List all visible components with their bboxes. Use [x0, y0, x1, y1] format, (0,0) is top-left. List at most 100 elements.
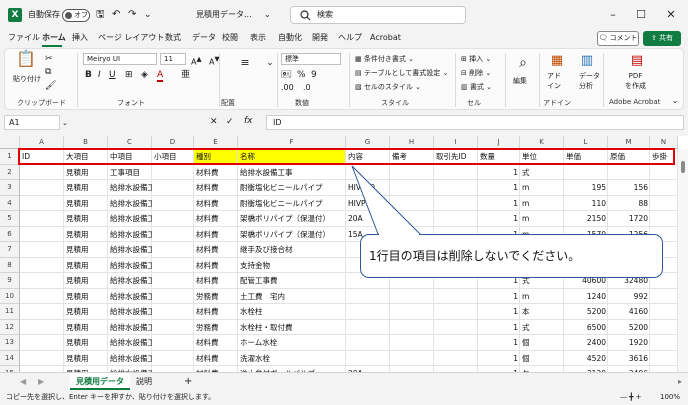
title-dropdown-icon[interactable]: ⌄ [264, 8, 271, 22]
sheet-tab-quote-data[interactable]: 見積用データ [70, 373, 130, 390]
align-dropdown-icon[interactable]: ⌄ [263, 57, 277, 69]
tab-acrobat[interactable]: Acrobat [370, 32, 401, 44]
spreadsheet-grid[interactable]: A B C D E F G H I J K L M N 1 ID 大項目 中項目 小項目 種別 名称 内容 備考 取引先ID 数… [0, 136, 688, 372]
decrease-decimal-icon[interactable]: .0 [303, 83, 311, 93]
data-analysis-label[interactable]: データ 分析 [579, 71, 600, 91]
conditional-format-icon: ▦ [355, 55, 362, 63]
tab-view[interactable]: 表示 [250, 32, 266, 44]
ribbon-tabs: ファイル ホーム 挿入 ページ レイアウト 数式 データ 校閲 表示 自動化 開… [0, 30, 688, 46]
cut-icon[interactable]: ✂ [45, 53, 53, 65]
format-as-table-label: テーブルとして書式設定 [363, 69, 441, 77]
paste-label[interactable]: 貼り付け [13, 74, 41, 84]
underline-icon[interactable]: U [109, 70, 116, 80]
zoom-slider[interactable]: — ╋ + [620, 390, 642, 405]
zoom-level[interactable]: 100% [660, 390, 680, 405]
collapse-ribbon-icon[interactable]: ⌄ [669, 95, 681, 107]
separator [349, 53, 350, 107]
status-message: コピー先を選択し、Enter キーを押すか、貼り付けを選択します。 [6, 393, 216, 401]
comment-label: コメント [609, 34, 638, 42]
bold-icon[interactable]: B [85, 70, 92, 80]
italic-icon[interactable]: I [98, 70, 101, 80]
tab-home[interactable]: ホーム [42, 32, 66, 44]
conditional-format-label: 条件付き書式 [363, 55, 406, 63]
addins-icon[interactable]: ▦ [545, 54, 569, 67]
addins-button-label[interactable]: アド イン [547, 71, 561, 91]
insert-function-icon[interactable]: fx [244, 116, 253, 126]
autosave-toggle[interactable]: オフ [62, 9, 90, 22]
pdf-icon[interactable]: ▤ [625, 54, 649, 67]
tab-developer[interactable]: 開発 [312, 32, 328, 44]
cancel-formula-icon[interactable]: ✕ [210, 117, 218, 127]
format-painter-icon[interactable]: 🖌 [45, 80, 56, 92]
search-box[interactable]: 検索 [290, 6, 466, 24]
copy-icon[interactable]: ⧉ [45, 66, 51, 78]
comma-icon[interactable]: 9 [311, 70, 317, 80]
share-button[interactable]: ⇪ 共有 [643, 31, 681, 46]
tab-review[interactable]: 校閲 [222, 32, 238, 44]
format-cells-button[interactable]: ▥ 書式 ⌄ [461, 82, 492, 92]
tab-insert[interactable]: 挿入 [72, 32, 88, 44]
scroll-right-icon[interactable]: ▸ [672, 373, 688, 390]
editing-label[interactable]: 編集 [513, 76, 527, 86]
excel-logo-icon: X [8, 8, 22, 22]
font-grow-icon[interactable]: A▲ [191, 54, 202, 68]
phonetic-icon[interactable]: 亜 [181, 70, 190, 80]
callout-seam-cover [379, 233, 419, 236]
next-sheet-icon[interactable]: ▶ [32, 373, 50, 390]
name-box[interactable]: A1 [4, 115, 60, 130]
add-sheet-button[interactable]: + [178, 373, 198, 390]
delete-cells-button[interactable]: ⊟ 削除 ⌄ [461, 68, 491, 78]
cell-styles-label: セルのスタイル [363, 83, 413, 91]
namebox-dropdown-icon[interactable]: ⌄ [62, 118, 68, 128]
customize-qat-icon[interactable]: ⌄ [144, 8, 152, 22]
tab-formulas[interactable]: 数式 [165, 32, 181, 44]
minimize-icon[interactable]: – [604, 6, 622, 24]
insert-cells-button[interactable]: ⊞ 挿入 ⌄ [461, 54, 491, 64]
separator [455, 53, 456, 107]
cell-styles-button[interactable]: ▧ セルのスタイル ⌄ [355, 82, 421, 92]
redo-icon[interactable]: ↷ [128, 8, 136, 22]
tab-help[interactable]: ヘルプ [338, 32, 362, 44]
border-icon[interactable]: ⊞ [125, 70, 133, 80]
paste-icon[interactable]: 📋 [15, 51, 37, 73]
tab-file[interactable]: ファイル [8, 32, 40, 44]
insert-label: 挿入 [469, 55, 484, 63]
delete-label: 削除 [469, 69, 484, 77]
formula-input[interactable]: ID [266, 115, 684, 130]
increase-decimal-icon[interactable]: .00 [281, 83, 294, 93]
conditional-format-button[interactable]: ▦ 条件付き書式 ⌄ [355, 54, 414, 64]
create-pdf-label[interactable]: PDF を作成 [625, 71, 646, 91]
font-color-icon[interactable]: A [157, 70, 164, 82]
sheet-tab-description[interactable]: 説明 [130, 373, 158, 390]
separator [277, 53, 278, 107]
undo-icon[interactable]: ↶ [112, 8, 120, 22]
maximize-icon[interactable]: ☐ [632, 6, 650, 24]
format-label: 書式 [469, 83, 484, 91]
share-icon: ⇪ [650, 34, 657, 42]
number-format-select[interactable]: 標準 [281, 53, 341, 65]
save-icon[interactable]: 🖫 [96, 8, 105, 22]
tab-automate[interactable]: 自動化 [278, 32, 302, 44]
tab-data[interactable]: データ [192, 32, 216, 44]
cell-styles-icon: ▧ [355, 83, 362, 91]
data-analysis-icon[interactable]: ▥ [575, 54, 599, 67]
align-icon[interactable]: ≡ [227, 57, 263, 69]
close-icon[interactable]: ✕ [662, 6, 680, 24]
find-icon[interactable]: ⌕ [511, 56, 535, 70]
comment-button[interactable]: 🗨 コメント [597, 31, 639, 46]
number-group-label: 数値 [295, 99, 309, 107]
fill-color-icon[interactable]: ◈ [141, 70, 148, 80]
active-tab-indicator [42, 45, 62, 47]
instruction-callout: 1行目の項目は削除しないでください。 [360, 234, 663, 278]
currency-icon[interactable]: 🖭 [281, 70, 292, 80]
tab-page-layout[interactable]: ページ レイアウト [98, 32, 164, 44]
separator [505, 53, 506, 107]
font-size-select[interactable]: 11 [160, 53, 186, 65]
prev-sheet-icon[interactable]: ◀ [14, 373, 32, 390]
percent-icon[interactable]: % [297, 70, 306, 80]
addins-group-label: アドイン [543, 99, 571, 107]
cells-group-label: セル [467, 99, 481, 107]
format-as-table-button[interactable]: ▤ テーブルとして書式設定 ⌄ [355, 68, 448, 78]
enter-formula-icon[interactable]: ✓ [226, 117, 234, 127]
font-name-select[interactable]: Meiryo UI [83, 53, 157, 65]
